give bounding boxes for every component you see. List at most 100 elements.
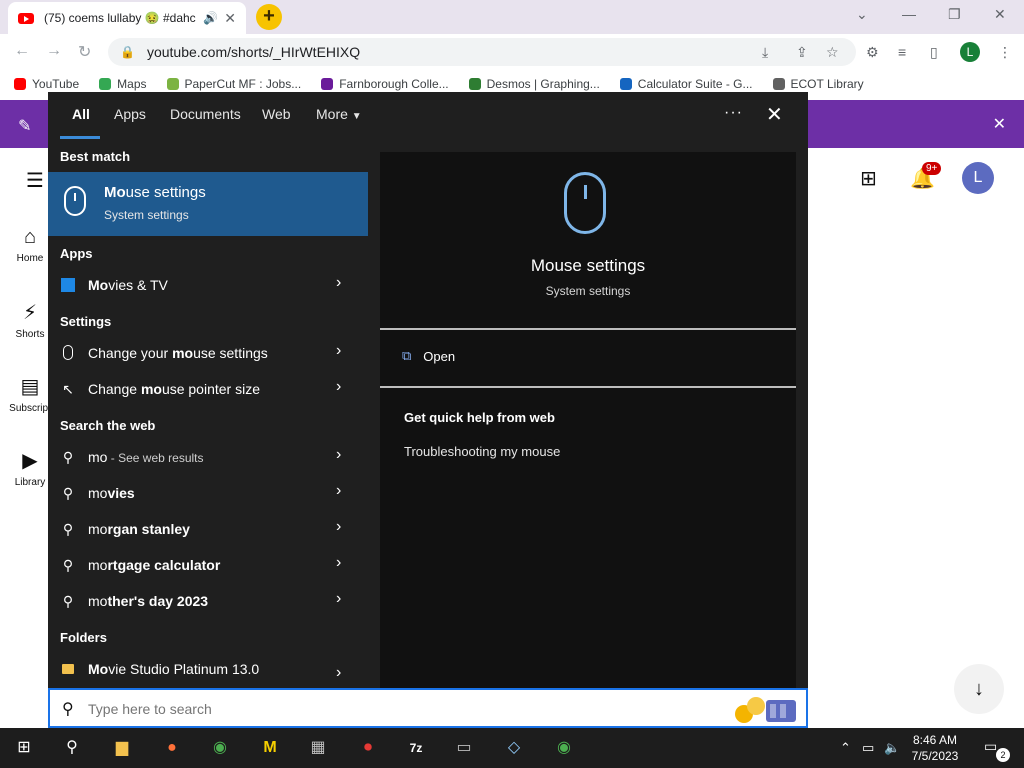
create-video-icon[interactable]: ⊞ — [860, 166, 877, 191]
search-icon: ⚲ — [62, 449, 74, 465]
address-bar[interactable]: 🔒 youtube.com/shorts/_HIrWtEHIXQ — [108, 38, 856, 66]
media-icon[interactable]: ≡ — [898, 44, 906, 60]
chrome-icon[interactable]: ◉ — [208, 736, 232, 760]
result-mouse-pointer-size[interactable]: ↖ Change mouse pointer size › — [48, 372, 368, 408]
m-app-icon[interactable]: M — [258, 736, 282, 760]
chevron-right-icon[interactable]: › — [336, 446, 341, 464]
minimize-icon[interactable]: — — [902, 6, 916, 22]
preview-divider — [380, 386, 796, 388]
tab-close-icon[interactable]: ✕ — [224, 10, 236, 27]
chrome-profile-icon[interactable]: ◉ — [552, 736, 576, 760]
chevron-right-icon[interactable]: › — [336, 554, 341, 572]
banner-close-icon[interactable]: ✕ — [993, 114, 1006, 134]
scroll-down-icon[interactable]: ↓ — [954, 664, 1004, 714]
calculator-icon — [619, 78, 632, 90]
browser-tab-strip: (75) coems lullaby 🤢 #dahc 🔊 ✕ + ⌄ — ❐ ✕ — [0, 0, 1024, 34]
7zip-icon[interactable]: 7z — [404, 736, 428, 760]
notepad-icon[interactable]: ◇ — [502, 736, 526, 760]
file-explorer-icon[interactable]: ▆ — [110, 736, 134, 760]
result-change-mouse-settings[interactable]: Change your mouse settings › — [48, 336, 368, 372]
tab-all[interactable]: All — [72, 106, 90, 122]
terminal-icon[interactable]: ▭ — [452, 736, 476, 760]
result-movies-tv[interactable]: Movies & TV › — [48, 268, 368, 304]
hamburger-menu-icon[interactable]: ☰ — [26, 168, 44, 193]
star-icon[interactable]: ☆ — [826, 44, 839, 61]
section-best-match: Best match — [60, 149, 131, 164]
chevron-right-icon[interactable]: › — [336, 590, 341, 608]
brush-icon: ✎ — [18, 118, 32, 135]
folder-result-movie-studio[interactable]: Movie Studio Platinum 13.0 › — [48, 652, 368, 688]
taskbar-search-box[interactable]: ⚲ — [48, 688, 808, 728]
mouse-icon — [60, 345, 76, 361]
taskbar-clock[interactable]: 8:46 AM 7/5/2023 — [900, 732, 970, 764]
papercut-icon — [166, 78, 179, 90]
chevron-right-icon[interactable]: › — [336, 378, 341, 396]
chevron-right-icon[interactable]: › — [336, 518, 341, 536]
desmos-icon — [468, 78, 481, 90]
web-result-mortgage-calculator[interactable]: ⚲ mortgage calculator › — [48, 548, 368, 584]
open-button[interactable]: ⧉ Open — [402, 348, 455, 364]
menu-kebab-icon[interactable]: ⋮ — [998, 44, 1012, 61]
windows-start-icon[interactable]: ⊞ — [12, 736, 36, 760]
bookmark-desmos[interactable]: Desmos | Graphing... — [468, 77, 600, 91]
web-result-movies[interactable]: ⚲ movies › — [48, 476, 368, 512]
record-icon[interactable]: ⏺ — [356, 736, 380, 760]
windows-taskbar: ⊞ ⚲ ▆ ● ◉ M ▦ ⏺ 7z ▭ ◇ ◉ ⌃ ▭ 🔈 8:46 AM 7… — [0, 728, 1024, 768]
bookmark-ecot[interactable]: ECOT Library — [772, 77, 864, 91]
globe-icon — [772, 78, 785, 90]
speaker-icon[interactable]: 🔊 — [203, 11, 218, 25]
search-input[interactable] — [88, 698, 688, 720]
search-close-icon[interactable]: ✕ — [766, 102, 783, 127]
back-icon[interactable]: ← — [14, 42, 30, 60]
install-icon[interactable]: ⤓ — [762, 44, 768, 61]
bookmark-papercut[interactable]: PaperCut MF : Jobs... — [166, 77, 301, 91]
tab-more[interactable]: More ▼ — [316, 106, 362, 122]
reload-icon[interactable]: ↻ — [78, 42, 91, 62]
volume-muted-icon[interactable]: 🔈 — [884, 740, 900, 756]
youtube-icon — [14, 78, 26, 90]
best-match-title: Mouse settings — [104, 184, 206, 201]
preview-title: Mouse settings — [530, 256, 646, 275]
video-editor-icon[interactable]: ▦ — [306, 736, 330, 760]
forward-icon[interactable]: → — [46, 42, 62, 60]
tab-documents[interactable]: Documents — [170, 106, 241, 122]
sidepanel-icon[interactable]: ▯ — [930, 44, 938, 61]
quick-help-heading: Get quick help from web — [404, 410, 555, 425]
profile-avatar[interactable]: L — [960, 42, 980, 62]
pointer-icon: ↖ — [62, 381, 74, 397]
open-external-icon: ⧉ — [402, 348, 412, 363]
share-icon[interactable]: ⇪ — [796, 44, 808, 61]
web-result-morgan-stanley[interactable]: ⚲ morgan stanley › — [48, 512, 368, 548]
more-options-icon[interactable]: ··· — [724, 104, 743, 122]
bookmark-calculator[interactable]: Calculator Suite - G... — [619, 77, 753, 91]
action-center-badge: 2 — [996, 748, 1010, 762]
chevron-right-icon[interactable]: › — [336, 482, 341, 500]
tab-title: (75) coems lullaby 🤢 #dahc — [44, 11, 196, 25]
youtube-avatar[interactable]: L — [962, 162, 994, 194]
movies-tv-app-icon — [60, 277, 76, 293]
help-link-troubleshooting[interactable]: Troubleshooting my mouse — [404, 444, 560, 459]
browser-tab-active[interactable]: (75) coems lullaby 🤢 #dahc 🔊 ✕ — [8, 2, 246, 34]
search-highlight-art-icon — [735, 697, 796, 723]
chevron-right-icon[interactable]: › — [336, 342, 341, 360]
tab-web[interactable]: Web — [262, 106, 291, 122]
best-match-mouse-settings[interactable]: Mouse settings System settings — [48, 172, 368, 236]
web-result-mothers-day[interactable]: ⚲ mother's day 2023 › — [48, 584, 368, 620]
tray-chevron-up-icon[interactable]: ⌃ — [840, 740, 851, 756]
chevron-right-icon[interactable]: › — [336, 274, 341, 292]
window-close-icon[interactable]: ✕ — [994, 6, 1006, 23]
web-result-mo[interactable]: ⚲ mo - See web results › — [48, 440, 368, 476]
tab-apps[interactable]: Apps — [114, 106, 146, 122]
search-icon[interactable]: ⚲ — [60, 736, 84, 760]
network-icon[interactable]: ▭ — [862, 740, 874, 756]
bookmark-youtube[interactable]: YouTube — [14, 77, 79, 91]
bookmark-maps[interactable]: Maps — [99, 77, 147, 91]
new-tab-button[interactable]: + — [256, 4, 282, 30]
bookmark-farnborough[interactable]: Farnborough Colle... — [321, 77, 449, 91]
tab-search-icon[interactable]: ⌄ — [856, 6, 868, 23]
lock-icon: 🔒 — [120, 45, 135, 59]
firefox-icon[interactable]: ● — [160, 736, 184, 760]
restore-icon[interactable]: ❐ — [948, 6, 961, 23]
extensions-icon[interactable]: ⚙ — [866, 44, 879, 61]
chevron-right-icon[interactable]: › — [336, 664, 341, 682]
